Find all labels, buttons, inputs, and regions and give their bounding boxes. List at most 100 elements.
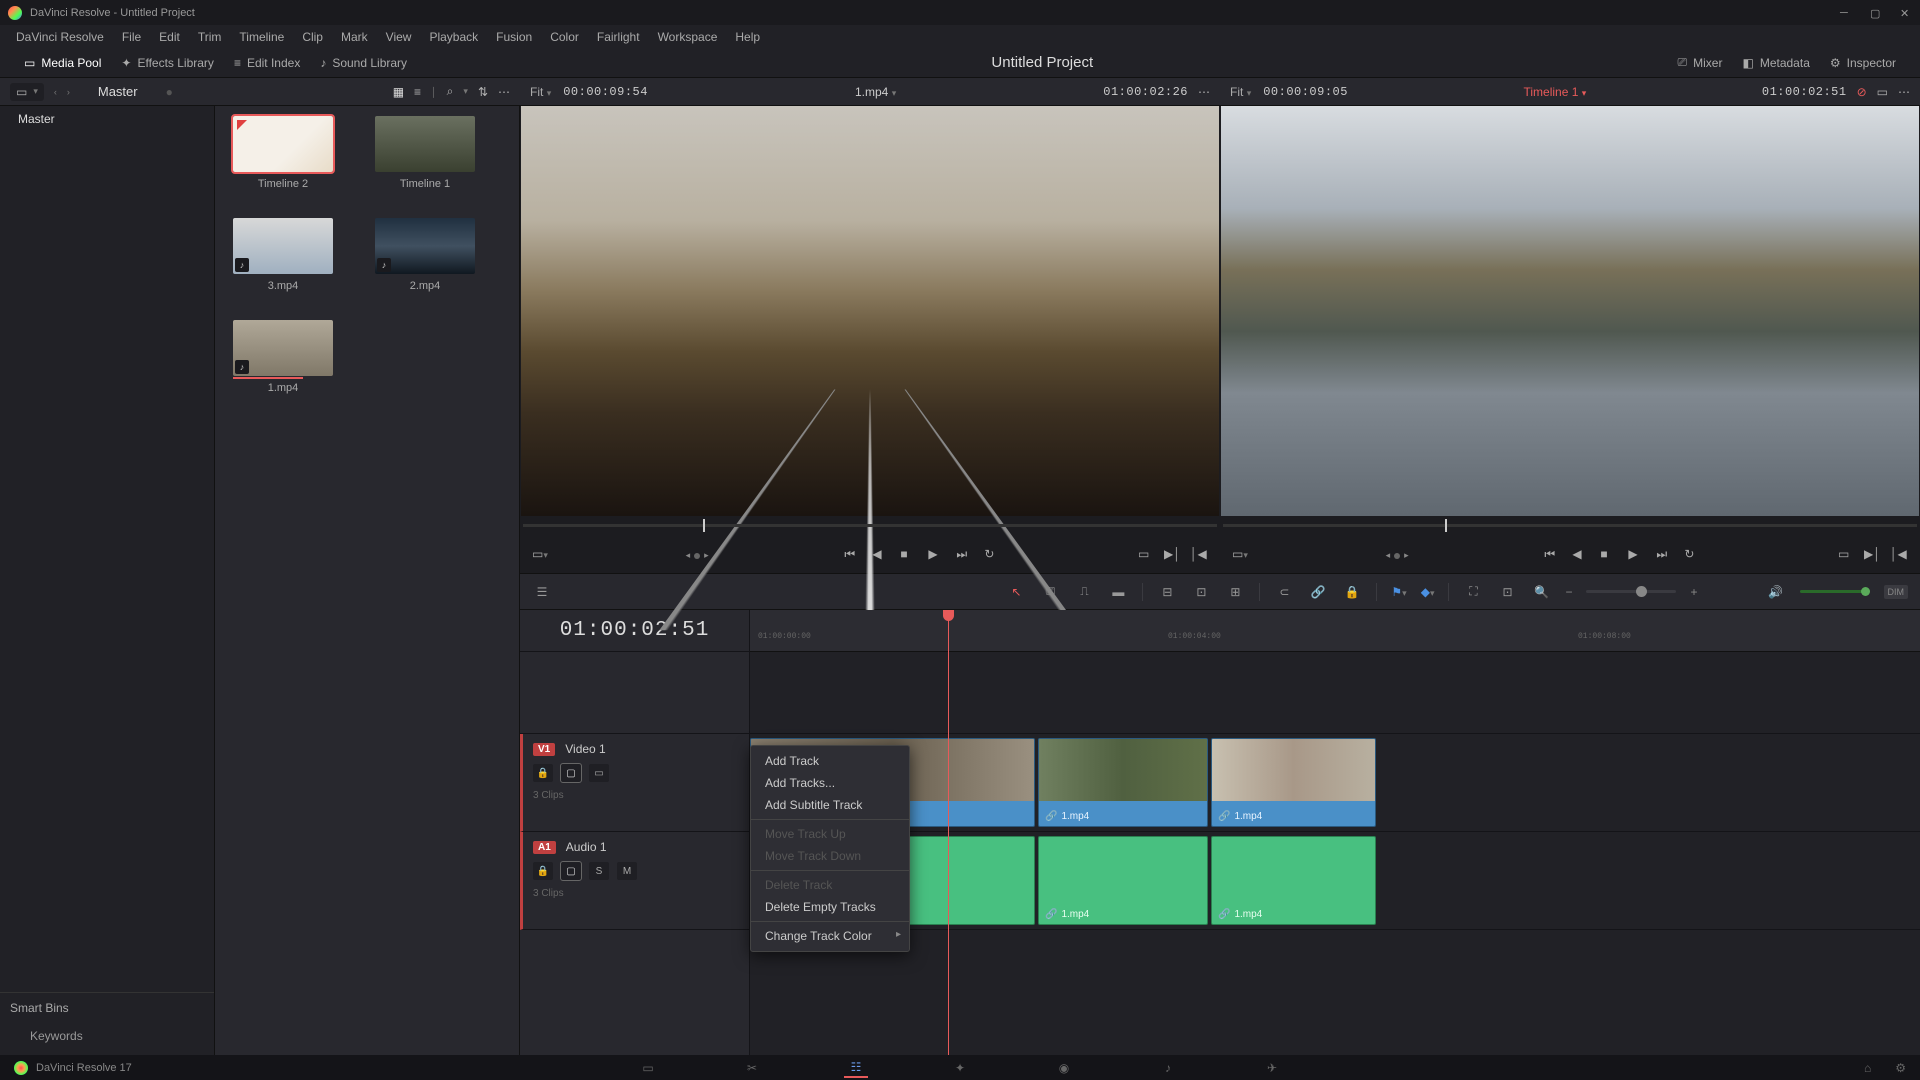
media-clip[interactable]: ♪3.mp4 <box>223 218 343 292</box>
media-pool-toggle[interactable]: ▭ Media Pool <box>14 53 111 73</box>
stop-icon[interactable]: ■ <box>900 547 918 565</box>
ctx-delete-empty-tracks[interactable]: Delete Empty Tracks <box>751 896 909 918</box>
mute-icon[interactable]: M <box>617 862 637 880</box>
replace-clip-icon[interactable]: ⊞ <box>1225 583 1245 601</box>
zoom-detail-icon[interactable]: ⊡ <box>1497 583 1517 601</box>
flag-icon[interactable]: ⚑▾ <box>1391 585 1406 599</box>
src-jog[interactable]: ◂▸ <box>686 550 709 561</box>
rec-fit-dropdown[interactable]: Fit ▾ <box>1230 85 1251 99</box>
timeline-ruler[interactable]: 01:00:00:0001:00:04:0001:00:08:0001:00:1… <box>750 610 1920 652</box>
project-settings-icon[interactable]: ⚙ <box>1895 1061 1906 1075</box>
media-clip[interactable]: ♪1.mp4 <box>223 320 343 394</box>
loop-icon[interactable]: ↻ <box>984 547 1002 565</box>
inspector-toggle[interactable]: ⚙ Inspector <box>1820 53 1906 73</box>
solo-icon[interactable]: S <box>589 862 609 880</box>
more-icon[interactable]: ⋯ <box>498 85 510 99</box>
maximize-button[interactable]: ▢ <box>1870 7 1882 19</box>
ctx-add-track[interactable]: Add Track <box>751 750 909 772</box>
menu-help[interactable]: Help <box>727 28 768 46</box>
sound-library-toggle[interactable]: ♪ Sound Library <box>310 53 417 73</box>
audio-track-lane[interactable]: 🔗 1.mp4🔗 1.mp4🔗 1.mp4 <box>750 832 1920 930</box>
overwrite-clip-icon[interactable]: ⊡ <box>1191 583 1211 601</box>
rec-play-reverse-icon[interactable]: ◀ <box>1572 547 1590 565</box>
zoom-full-icon[interactable]: ⛶ <box>1463 583 1483 601</box>
play-reverse-icon[interactable]: ◀ <box>872 547 890 565</box>
bin-master[interactable]: Master <box>0 106 214 132</box>
blade-tool-icon[interactable]: ▬ <box>1108 583 1128 601</box>
list-view-icon[interactable]: ≡ <box>414 85 421 99</box>
rec-first-frame-icon[interactable]: ⏮ <box>1544 547 1562 565</box>
minimize-button[interactable]: ─ <box>1840 7 1852 19</box>
src-scrub-bar[interactable] <box>523 516 1217 538</box>
video-track-lane[interactable]: 🔗 1.mp4🔗 1.mp4🔗 1.mp4 <box>750 734 1920 832</box>
rec-timeline-name[interactable]: Timeline 1 ▾ <box>1348 85 1762 99</box>
menu-mark[interactable]: Mark <box>333 28 376 46</box>
zoom-slider[interactable] <box>1586 590 1676 593</box>
overwrite-icon[interactable]: ▶│ <box>1164 547 1182 565</box>
last-frame-icon[interactable]: ⏭ <box>956 547 974 565</box>
playhead[interactable] <box>948 610 949 1055</box>
page-deliver[interactable]: ✈ <box>1260 1058 1284 1078</box>
media-clip[interactable]: ♪2.mp4 <box>365 218 485 292</box>
audio-auto-select-icon[interactable]: ▢ <box>561 862 581 880</box>
source-viewer[interactable] <box>521 106 1219 516</box>
menu-playback[interactable]: Playback <box>421 28 486 46</box>
rec-overwrite-icon[interactable]: ▶│ <box>1864 547 1882 565</box>
page-cut[interactable]: ✂ <box>740 1058 764 1078</box>
link-icon[interactable]: 🔗 <box>1308 583 1328 601</box>
page-color[interactable]: ◉ <box>1052 1058 1076 1078</box>
rec-insert-icon[interactable]: ▭ <box>1838 547 1856 565</box>
rec-last-frame-icon[interactable]: ⏭ <box>1656 547 1674 565</box>
audio-track-header[interactable]: A1 Audio 1 🔒 ▢ S M 3 Clips <box>520 832 749 930</box>
menu-edit[interactable]: Edit <box>151 28 188 46</box>
menu-clip[interactable]: Clip <box>294 28 331 46</box>
video-track-header[interactable]: V1 Video 1 🔒 ▢ ▭ 3 Clips <box>520 734 749 832</box>
search-icon[interactable]: ⌕ <box>447 84 454 99</box>
video-track-badge[interactable]: V1 <box>533 743 555 756</box>
rec-match-frame-icon[interactable]: ▭▾ <box>1232 547 1250 565</box>
sort-icon[interactable]: ⇅ <box>478 85 488 99</box>
menu-file[interactable]: File <box>114 28 149 46</box>
video-clip[interactable]: 🔗 1.mp4 <box>1211 738 1376 827</box>
timeline-timecode[interactable]: 01:00:02:51 <box>520 610 749 652</box>
nav-back[interactable]: ‹ <box>54 87 57 97</box>
ctx-change-track-color[interactable]: Change Track Color▸ <box>751 925 909 947</box>
rec-scrub-bar[interactable] <box>1223 516 1917 538</box>
mixer-toggle[interactable]: ⎚ Mixer <box>1668 52 1733 73</box>
page-edit[interactable]: ☷ <box>844 1058 868 1078</box>
dynamic-trim-icon[interactable]: ⎍ <box>1074 583 1094 601</box>
audio-clip[interactable]: 🔗 1.mp4 <box>1211 836 1376 925</box>
rec-layout-icon[interactable]: ▭ <box>1877 85 1888 99</box>
metadata-toggle[interactable]: ◧ Metadata <box>1732 53 1819 73</box>
trim-tool-icon[interactable]: ⎚ <box>1040 583 1060 601</box>
page-fairlight[interactable]: ♪ <box>1156 1058 1180 1078</box>
edit-index-toggle[interactable]: ≡ Edit Index <box>224 53 310 73</box>
rec-play-icon[interactable]: ▶ <box>1628 547 1646 565</box>
dim-button[interactable]: DIM <box>1884 585 1909 599</box>
smart-bin-keywords[interactable]: Keywords <box>10 1025 204 1047</box>
insert-clip-icon[interactable]: ⊟ <box>1157 583 1177 601</box>
insert-icon[interactable]: ▭ <box>1138 547 1156 565</box>
rec-more-icon[interactable]: ⋯ <box>1898 85 1910 99</box>
record-viewer[interactable] <box>1221 106 1919 516</box>
video-clip[interactable]: 🔗 1.mp4 <box>1038 738 1208 827</box>
page-media[interactable]: ▭ <box>636 1058 660 1078</box>
nav-fwd[interactable]: › <box>67 87 70 97</box>
bin-view-dropdown[interactable]: ▭ ▾ <box>10 83 44 101</box>
track-lock-icon[interactable]: 🔒 <box>533 764 553 782</box>
src-clip-name[interactable]: 1.mp4 ▾ <box>648 85 1103 99</box>
menu-color[interactable]: Color <box>542 28 587 46</box>
match-frame-icon[interactable]: ▭▾ <box>532 547 550 565</box>
volume-slider[interactable] <box>1800 590 1870 593</box>
audio-clip[interactable]: 🔗 1.mp4 <box>1038 836 1208 925</box>
menu-trim[interactable]: Trim <box>190 28 230 46</box>
src-fit-dropdown[interactable]: Fit ▾ <box>530 85 551 99</box>
replace-icon[interactable]: │◀ <box>1190 547 1208 565</box>
audio-lock-icon[interactable]: 🔒 <box>533 862 553 880</box>
track-disable-icon[interactable]: ▭ <box>589 764 609 782</box>
rec-stop-icon[interactable]: ■ <box>1600 547 1618 565</box>
bypass-icon[interactable]: ⊘ <box>1857 85 1867 99</box>
ctx-add-subtitle-track[interactable]: Add Subtitle Track <box>751 794 909 816</box>
timeline-view-options-icon[interactable]: ☰ <box>532 583 552 601</box>
lock-icon[interactable]: 🔒 <box>1342 583 1362 601</box>
